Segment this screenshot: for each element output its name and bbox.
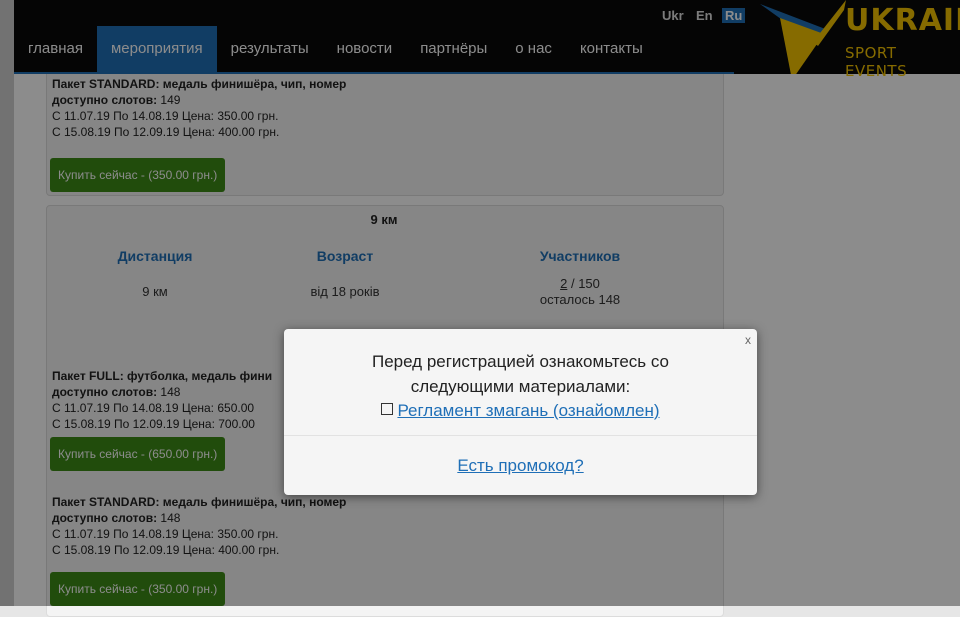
- promo-row: Есть промокод?: [284, 456, 757, 476]
- rules-checkbox[interactable]: [381, 403, 394, 415]
- modal-message-line: следующими материалами:: [410, 377, 631, 396]
- promo-code-link[interactable]: Есть промокод?: [457, 456, 583, 475]
- rules-link[interactable]: Регламент змагань (ознайомлен): [397, 401, 659, 420]
- modal-overlay[interactable]: [0, 0, 960, 606]
- close-icon[interactable]: x: [745, 333, 751, 347]
- modal-message-line: Перед регистрацией ознакомьтесь со: [371, 352, 670, 371]
- rules-row: Регламент змагань (ознайомлен): [284, 401, 757, 421]
- modal-message: Перед регистрацией ознакомьтесь со следу…: [284, 349, 757, 399]
- modal-divider: [284, 435, 757, 436]
- registration-modal: x Перед регистрацией ознакомьтесь со сле…: [284, 329, 757, 495]
